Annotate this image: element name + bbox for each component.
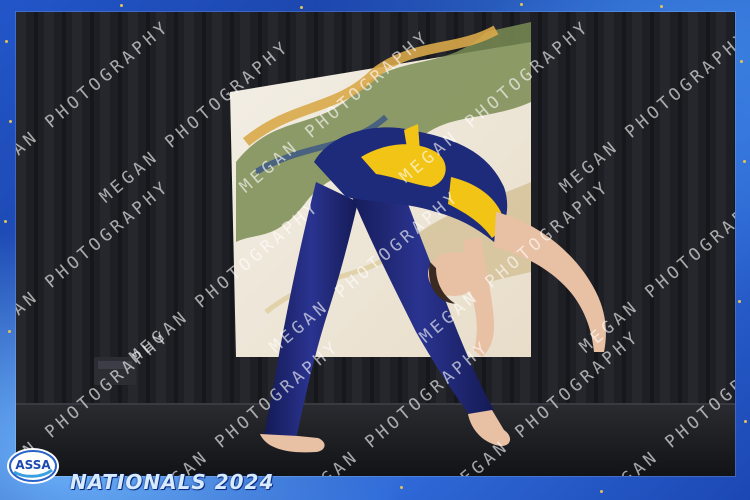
assa-logo-icon: ASSA: [6, 446, 60, 486]
stage-scene: [16, 12, 735, 476]
dance-photo: [16, 12, 735, 476]
event-title: NATIONALS 2024: [70, 470, 275, 494]
stage-floor: [16, 404, 735, 476]
assa-logo-text: ASSA: [15, 458, 51, 472]
